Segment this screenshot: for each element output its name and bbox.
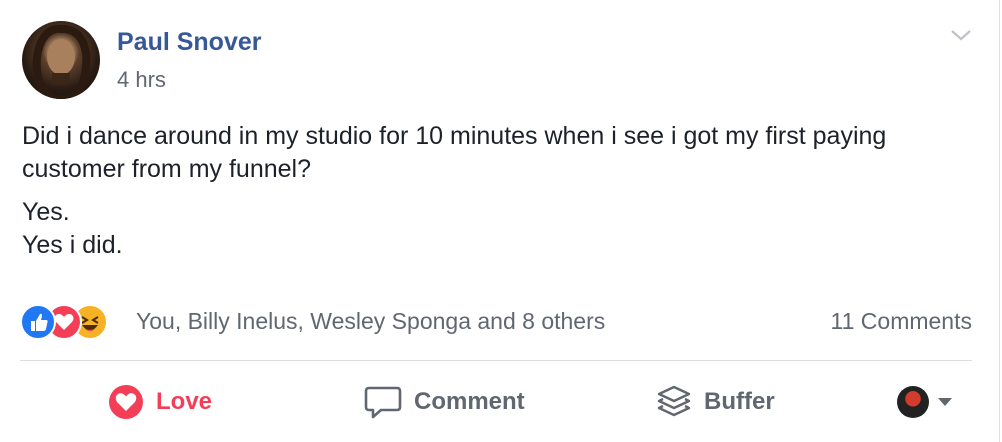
comment-icon [364,386,402,419]
post-body: Did i dance around in my studio for 10 m… [22,120,962,272]
divider [20,360,972,361]
chevron-down-icon[interactable] [950,26,972,44]
love-button-label: Love [156,388,213,415]
love-button[interactable]: Love [108,380,212,424]
post-card: Paul Snover 4 hrs Did i dance around in … [0,0,1000,442]
reactions-summary: You, Billy Inelus, Wesley Sponga and 8 o… [20,302,972,342]
love-icon [109,385,143,419]
post-as-selector[interactable] [897,385,959,419]
buffer-icon [657,385,691,417]
like-icon [20,304,56,340]
post-paragraph: Did i dance around in my studio for 10 m… [22,122,887,183]
caret-down-icon [938,398,952,406]
buffer-button-label: Buffer [704,388,775,415]
post-paragraph: Yes i did. [22,231,123,259]
post-paragraph: Yes. [22,198,70,226]
reaction-names-link[interactable]: You, Billy Inelus, Wesley Sponga and 8 o… [136,308,605,335]
avatar [897,386,929,418]
reaction-icons[interactable] [20,304,130,340]
comment-button[interactable]: Comment [364,380,525,424]
buffer-button[interactable]: Buffer [656,380,775,424]
comment-button-label: Comment [414,388,525,415]
post-timestamp[interactable]: 4 hrs [117,67,166,93]
author-avatar[interactable] [22,21,100,99]
author-name-link[interactable]: Paul Snover [117,28,262,57]
comments-count-link[interactable]: 11 Comments [831,308,972,335]
